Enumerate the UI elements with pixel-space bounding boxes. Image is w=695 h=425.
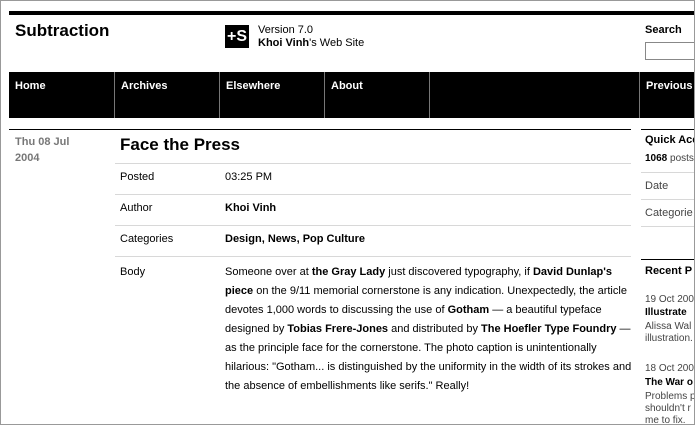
post-body: Someone over at the Gray Lady just disco… — [225, 263, 635, 396]
sidebar-date-select[interactable]: Date — [645, 180, 668, 192]
site-byline: Khoi Vinh's Web Site — [258, 37, 364, 50]
author-link[interactable]: Khoi Vinh — [258, 37, 309, 49]
recent-post-title[interactable]: The War o — [645, 377, 693, 388]
recent-post-title[interactable]: Illustrate — [645, 307, 687, 318]
site-version-info: Version 7.0 Khoi Vinh's Web Site — [258, 24, 364, 50]
post-count: 1068 posts — [645, 153, 694, 164]
subtraction-logo-icon[interactable]: +S — [225, 25, 249, 48]
nav-archives[interactable]: Archives — [115, 72, 220, 118]
recent-post-desc: illustration. — [645, 333, 693, 344]
nav-blank — [430, 72, 640, 118]
byline-suffix: 's Web Site — [309, 37, 365, 49]
body-link[interactable]: the Gray Lady — [312, 266, 385, 278]
category-link[interactable]: News — [268, 233, 297, 245]
nav-home[interactable]: Home — [9, 72, 115, 118]
search-input[interactable] — [645, 42, 694, 60]
page-frame: Subtraction +S Version 7.0 Khoi Vinh's W… — [0, 0, 695, 425]
site-title[interactable]: Subtraction — [15, 21, 109, 41]
post-count-suffix: posts — [667, 153, 694, 164]
quick-access-heading: Quick Acc — [645, 134, 695, 146]
recent-post-desc: Alissa Wal — [645, 321, 692, 332]
author-value[interactable]: Khoi Vinh — [225, 202, 276, 214]
post-date: Thu 08 Jul 2004 — [15, 134, 105, 166]
categories-list: Design, News, Pop Culture — [225, 233, 366, 245]
meta-row-posted: Posted 03:25 PM — [115, 163, 631, 195]
nav-about[interactable]: About — [325, 72, 430, 118]
nav-elsewhere[interactable]: Elsewhere — [220, 72, 325, 118]
body-label: Body — [120, 266, 146, 278]
body-link[interactable]: Gotham — [448, 304, 490, 316]
body-text: Someone over at — [225, 266, 312, 278]
main-nav: Home Archives Elsewhere About Previous — [9, 72, 694, 118]
category-link[interactable]: Design — [225, 233, 262, 245]
post-title[interactable]: Face the Press — [120, 135, 240, 155]
post-date-year: 2004 — [15, 152, 40, 164]
post-date-day: Thu 08 Jul — [15, 136, 70, 148]
recent-post-desc: me to fix. — [645, 415, 686, 425]
recent-post-desc: Problems p — [645, 391, 695, 402]
sidebar-divider — [641, 199, 694, 200]
content-rule — [9, 129, 631, 130]
body-link[interactable]: The Hoefler Type Foundry — [481, 323, 616, 335]
category-link[interactable]: Pop Culture — [303, 233, 365, 245]
recent-post-date: 19 Oct 200 — [645, 294, 694, 305]
author-label: Author — [120, 202, 153, 214]
post-count-value: 1068 — [645, 153, 668, 164]
sidebar-divider — [641, 226, 694, 227]
recent-posts-rule — [641, 259, 694, 260]
categories-label: Categories — [120, 233, 174, 245]
sidebar-rule — [641, 129, 694, 130]
logo-text: +S — [227, 28, 248, 45]
recent-post-date: 18 Oct 200 — [645, 363, 694, 374]
recent-post-desc: shouldn't r — [645, 403, 691, 414]
body-text: just discovered typography, if — [385, 266, 533, 278]
meta-row-categories: Categories Design, News, Pop Culture — [115, 225, 631, 257]
header-rule — [9, 11, 694, 15]
sidebar-categories-select[interactable]: Categorie — [645, 207, 693, 219]
posted-label: Posted — [120, 171, 155, 183]
search-label: Search — [645, 24, 682, 36]
meta-row-author: Author Khoi Vinh — [115, 194, 631, 226]
recent-posts-heading: Recent P — [645, 265, 693, 277]
sidebar-divider — [641, 172, 694, 173]
body-text: and distributed by — [388, 323, 482, 335]
body-link[interactable]: Tobias Frere-Jones — [287, 323, 388, 335]
nav-previous[interactable]: Previous — [640, 72, 694, 118]
version-label: Version 7.0 — [258, 24, 314, 36]
posted-value: 03:25 PM — [225, 171, 273, 183]
